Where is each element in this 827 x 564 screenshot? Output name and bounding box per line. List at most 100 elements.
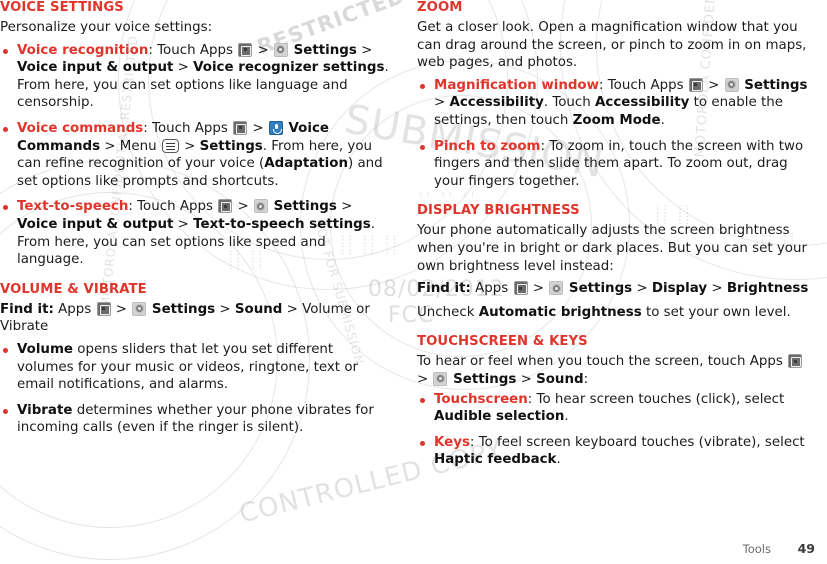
display-brightness-intro: Your phone automatically adjusts the scr… xyxy=(417,223,807,274)
magnification-sep-1: > xyxy=(703,77,724,93)
bullet-touchscreen: Touchscreen: To hear screen touches (cli… xyxy=(417,391,817,426)
voice-recognition-text-a: : Touch Apps xyxy=(148,42,238,58)
heading-display-brightness: DISPLAY BRIGHTNESS xyxy=(417,203,580,219)
touchscreen-intro-sep-2: > xyxy=(516,371,537,387)
touchscreen-intro: To hear or feel when you touch the scree… xyxy=(417,353,817,388)
page-footer: Tools 49 xyxy=(743,541,815,556)
section-zoom: ZOOM Get a closer look. Open a magnifica… xyxy=(417,0,817,190)
find-it-sound-label: Sound xyxy=(234,301,283,317)
heading-touchscreen-and-keys: TOUCHSCREEN & KEYS xyxy=(417,334,588,350)
magnification-text-a: : Touch Apps xyxy=(599,77,688,93)
settings-gear-icon[interactable] xyxy=(253,199,268,214)
magnification-zoom-mode-label: Zoom Mode xyxy=(572,112,661,128)
bullet-volume: Volume opens sliders that let you set di… xyxy=(0,341,390,394)
touchscreen-settings-label: Settings xyxy=(448,371,517,387)
settings-gear-icon[interactable] xyxy=(433,371,448,386)
volume-vibrate-bullet-list: Volume opens sliders that let you set di… xyxy=(0,341,390,437)
magnification-accessibility-label: Accessibility xyxy=(449,95,544,111)
term-magnification-window: Magnification window xyxy=(434,77,600,93)
section-display-brightness: DISPLAY BRIGHTNESS Your phone automatica… xyxy=(417,203,817,321)
bullet-text-to-speech: Text-to-speech: Touch Apps > Settings > … xyxy=(0,198,390,268)
apps-icon[interactable] xyxy=(218,199,233,214)
bullet-voice-recognition: Voice recognition: Touch Apps > Settings… xyxy=(0,42,390,112)
touchscreen-intro-colon: : xyxy=(583,371,589,387)
text-to-speech-sep-1: > xyxy=(233,199,253,215)
settings-gear-icon[interactable] xyxy=(273,42,288,57)
voice-commands-icon[interactable] xyxy=(268,120,283,135)
text-to-speech-settings-label: Settings xyxy=(268,199,337,215)
heading-zoom: ZOOM xyxy=(417,0,463,15)
footer-chapter-label: Tools xyxy=(742,542,771,556)
apps-icon[interactable] xyxy=(233,120,248,135)
bullet-keys: Keys: To feel screen keyboard touches (v… xyxy=(417,434,817,469)
note-prefix: Uncheck xyxy=(417,304,479,320)
apps-icon[interactable] xyxy=(96,301,111,316)
apps-icon[interactable] xyxy=(688,77,703,92)
voice-settings-bullet-list: Voice recognition: Touch Apps > Settings… xyxy=(0,42,390,269)
voice-commands-sep-1: > xyxy=(248,120,268,136)
find-it-settings-label: Settings xyxy=(564,281,633,297)
voice-recognition-sep-2: > xyxy=(356,42,373,58)
bullet-pinch-to-zoom: Pinch to zoom: To zoom in, touch the scr… xyxy=(417,138,817,191)
note-suffix: to set your own level. xyxy=(641,304,791,320)
volume-find-it-path: Find it: Apps > Settings > Sound > Volum… xyxy=(0,301,390,336)
voice-settings-intro: Personalize your voice settings: xyxy=(0,20,213,35)
automatic-brightness-note: Uncheck Automatic brightness to set your… xyxy=(417,304,817,322)
magnification-text-d: . xyxy=(660,112,665,128)
apps-icon[interactable] xyxy=(513,281,528,296)
audible-selection-label: Audible selection xyxy=(434,409,565,425)
magnification-settings-label: Settings xyxy=(739,77,808,93)
text-to-speech-path-2: Text-to-speech settings xyxy=(193,216,371,232)
right-column: ZOOM Get a closer look. Open a magnifica… xyxy=(417,0,817,469)
find-it-brightness-label: Brightness xyxy=(726,281,809,297)
apps-icon[interactable] xyxy=(788,354,803,369)
find-it-sep-3: > xyxy=(707,281,727,297)
magnification-accessibility-label-2: Accessibility xyxy=(595,95,690,111)
find-it-label: Find it: xyxy=(417,281,471,297)
section-voice-settings: VOICE SETTINGS Personalize your voice se… xyxy=(0,0,390,269)
heading-voice-settings: VOICE SETTINGS xyxy=(0,0,124,15)
settings-gear-icon[interactable] xyxy=(132,301,147,316)
find-it-sep-2: > xyxy=(632,281,652,297)
find-it-display-label: Display xyxy=(651,281,708,297)
term-touchscreen: Touchscreen xyxy=(434,391,528,407)
settings-gear-icon[interactable] xyxy=(549,281,564,296)
zoom-intro: Get a closer look. Open a magnification … xyxy=(417,20,807,71)
voice-recognition-sep-3: > xyxy=(173,60,194,76)
haptic-feedback-label: Haptic feedback xyxy=(434,452,557,468)
text-to-speech-path-1: Voice input & output xyxy=(17,216,174,232)
touchscreen-sound-label: Sound xyxy=(536,371,584,387)
menu-icon[interactable] xyxy=(161,138,179,153)
zoom-bullet-list: Magnification window: Touch Apps > Setti… xyxy=(417,77,817,191)
voice-recognition-settings-label: Settings xyxy=(288,42,357,58)
find-it-sep-1: > xyxy=(111,301,132,317)
text-to-speech-text-a: : Touch Apps xyxy=(128,199,218,215)
touchscreen-text-a: : To hear screen touches (click), select xyxy=(527,391,785,407)
term-pinch-to-zoom: Pinch to zoom xyxy=(434,138,541,154)
voice-commands-adaptation-label: Adaptation xyxy=(264,156,348,172)
settings-gear-icon[interactable] xyxy=(724,77,739,92)
footer-page-number: 49 xyxy=(797,541,815,556)
term-volume: Volume xyxy=(17,341,73,357)
touchscreen-keys-bullet-list: Touchscreen: To hear screen touches (cli… xyxy=(417,391,817,469)
touchscreen-text-b: . xyxy=(564,409,569,425)
magnification-sep-2: > xyxy=(434,95,450,111)
find-it-sep-1: > xyxy=(528,281,549,297)
find-it-settings-label: Settings xyxy=(147,301,216,317)
voice-commands-settings-label: Settings xyxy=(199,138,263,154)
apps-icon[interactable] xyxy=(238,42,253,57)
touchscreen-intro-prefix: To hear or feel when you touch the scree… xyxy=(417,354,788,370)
term-keys: Keys xyxy=(434,434,470,450)
voice-commands-text-a: : Touch Apps xyxy=(143,120,233,136)
page-content: VOICE SETTINGS Personalize your voice se… xyxy=(0,0,827,564)
text-to-speech-sep-3: > xyxy=(173,216,194,232)
voice-recognition-path-1: Voice input & output xyxy=(17,60,174,76)
bullet-vibrate: Vibrate determines whether your phone vi… xyxy=(0,402,390,437)
touchscreen-intro-sep-1: > xyxy=(417,371,433,387)
term-text-to-speech: Text-to-speech xyxy=(17,199,129,215)
term-vibrate: Vibrate xyxy=(17,402,73,418)
voice-commands-menu-text: > Menu xyxy=(100,138,161,154)
term-voice-recognition: Voice recognition xyxy=(17,42,149,58)
voice-commands-sep-2: > xyxy=(179,138,200,154)
manual-page: RESTRICTED :: MOTOROLA CONFIDENTIAL SUBM… xyxy=(0,0,827,564)
